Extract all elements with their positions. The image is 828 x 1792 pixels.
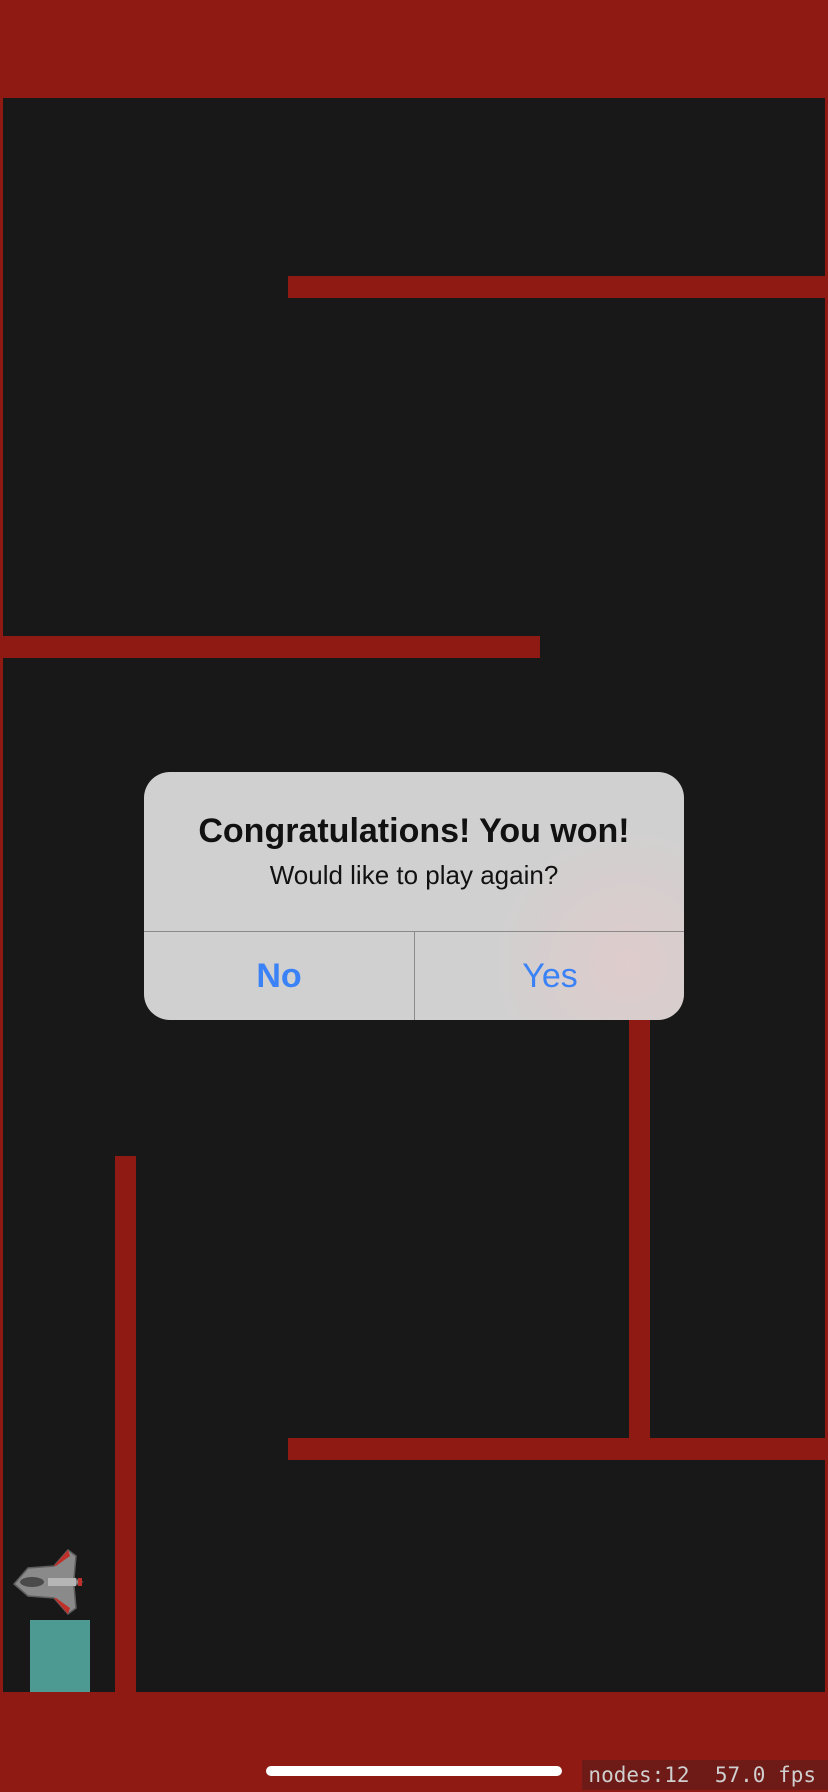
debug-stats: nodes:12 57.0 fps: [582, 1760, 828, 1790]
no-button[interactable]: No: [144, 932, 414, 1020]
alert-message: Would like to play again?: [269, 860, 559, 890]
yes-button[interactable]: Yes: [415, 932, 684, 1020]
alert-title: Congratulations! You won!: [198, 812, 630, 850]
home-indicator[interactable]: [266, 1766, 562, 1776]
game-over-alert: Congratulations! You won! Would like to …: [144, 772, 684, 1020]
